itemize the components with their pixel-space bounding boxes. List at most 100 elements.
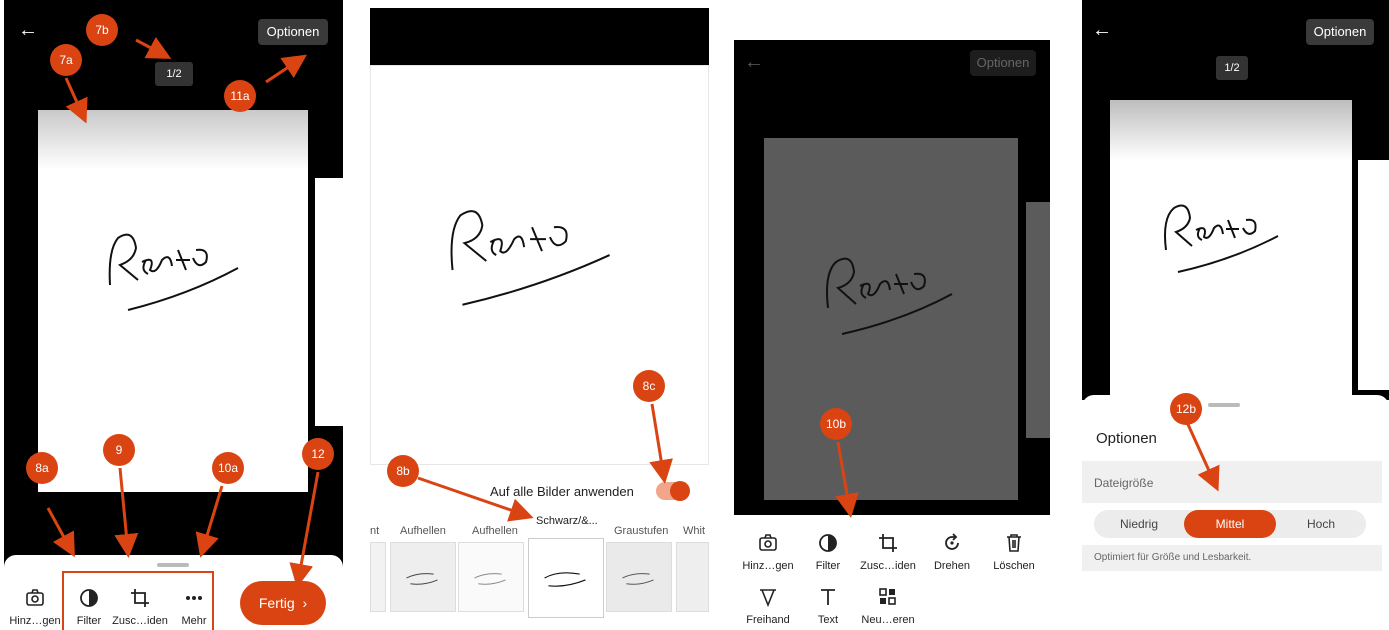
handwriting-image xyxy=(1164,204,1279,273)
badge-7a: 7a xyxy=(50,44,82,76)
filter-label-0: nt xyxy=(370,525,380,537)
sheet-title: Optionen xyxy=(1096,430,1157,447)
badge-10a: 10a xyxy=(212,452,244,484)
panel-4-options-sheet: ← Optionen 1/2 Optionen Dateigröße Niedr… xyxy=(1082,0,1389,630)
next-page-preview[interactable] xyxy=(315,178,343,426)
crop-icon xyxy=(877,532,899,554)
handwriting-image xyxy=(826,257,953,335)
document-page[interactable] xyxy=(1110,100,1352,400)
tool-reorder[interactable]: Neu…eren xyxy=(860,586,916,626)
next-page-preview[interactable] xyxy=(1026,202,1050,438)
rotate-icon xyxy=(941,532,963,554)
tool-label: Drehen xyxy=(933,560,971,572)
tool-label: Filter xyxy=(815,560,841,572)
document-page-dimmed[interactable] xyxy=(764,138,1018,500)
options-sheet: Optionen Dateigröße Niedrig Mittel Hoch … xyxy=(1082,395,1389,630)
badge-10b: 10b xyxy=(820,408,852,440)
add-page-label: Hinz…gen xyxy=(9,615,61,627)
tool-label: Text xyxy=(817,614,839,626)
tool-label: Neu…eren xyxy=(861,614,915,626)
tool-crop[interactable]: Zusc…iden xyxy=(860,532,916,572)
crop-label: Zusc…iden xyxy=(112,615,168,627)
badge-8c: 8c xyxy=(633,370,665,402)
camera-add-icon xyxy=(24,587,46,609)
camera-add-icon xyxy=(757,532,779,554)
handwriting-image xyxy=(450,210,610,306)
filter-label: Filter xyxy=(76,615,102,627)
filter-icon xyxy=(817,532,839,554)
filter-label-4: Graustufen xyxy=(614,525,669,537)
filter-thumb-1[interactable] xyxy=(390,542,456,612)
more-dots-icon xyxy=(183,587,205,609)
badge-8b: 8b xyxy=(387,455,419,487)
filter-thumb-2[interactable] xyxy=(458,542,524,612)
options-button[interactable]: Optionen xyxy=(970,50,1036,76)
tool-label: Zusc…iden xyxy=(860,560,916,572)
size-hint: Optimiert für Größe und Lesbarkeit. xyxy=(1082,545,1382,571)
filter-tool[interactable]: Filter xyxy=(70,587,108,627)
crop-icon xyxy=(129,587,151,609)
crop-tool[interactable]: Zusc…iden xyxy=(112,587,168,627)
top-black-bar xyxy=(370,8,709,65)
freehand-icon xyxy=(757,586,779,608)
tool-delete[interactable]: Löschen xyxy=(988,532,1040,572)
document-page[interactable] xyxy=(38,110,308,492)
filter-thumb-3-selected[interactable] xyxy=(528,538,604,618)
badge-11a: 11a xyxy=(224,80,256,112)
panel-2-filter-select: Auf alle Bilder anwenden nt Aufhellen Au… xyxy=(370,8,709,630)
badge-12: 12 xyxy=(302,438,334,470)
next-page-preview[interactable] xyxy=(1358,160,1389,390)
chevron-right-icon: › xyxy=(298,595,308,611)
drag-handle[interactable] xyxy=(157,563,189,567)
options-button[interactable]: Optionen xyxy=(258,19,328,45)
filter-label-1: Aufhellen xyxy=(400,525,446,537)
apply-all-label: Auf alle Bilder anwenden xyxy=(490,484,634,499)
toggle-knob xyxy=(670,481,690,501)
bottom-toolbar: Hinz…gen Filter Zusc…iden Mehr Fertig › xyxy=(4,555,343,630)
text-icon xyxy=(817,586,839,608)
tool-label: Freihand xyxy=(746,614,790,626)
page-indicator: 1/2 xyxy=(155,62,193,86)
more-tool[interactable]: Mehr xyxy=(176,587,212,627)
tool-label: Hinz…gen xyxy=(742,560,794,572)
page-indicator: 1/2 xyxy=(1216,56,1248,80)
tool-rotate[interactable]: Drehen xyxy=(930,532,974,572)
size-option-high[interactable]: Hoch xyxy=(1276,510,1366,538)
drag-handle[interactable] xyxy=(1208,403,1240,407)
document-page-bw[interactable] xyxy=(370,65,709,465)
filter-icon xyxy=(78,587,100,609)
done-button[interactable]: Fertig › xyxy=(240,581,326,625)
file-size-section: Dateigröße xyxy=(1082,461,1382,503)
tool-text[interactable]: Text xyxy=(808,586,848,626)
handwriting-image xyxy=(108,233,239,311)
tool-add-page[interactable]: Hinz…gen xyxy=(742,532,794,572)
tool-freehand[interactable]: Freihand xyxy=(742,586,794,626)
badge-12b: 12b xyxy=(1170,393,1202,425)
size-option-low[interactable]: Niedrig xyxy=(1094,510,1184,538)
filter-thumb-4[interactable] xyxy=(606,542,672,612)
size-option-medium-selected[interactable]: Mittel xyxy=(1184,510,1276,538)
section-label: Dateigröße xyxy=(1094,476,1154,490)
hint-text: Optimiert für Größe und Lesbarkeit. xyxy=(1094,552,1252,563)
apply-all-toggle[interactable] xyxy=(656,481,690,501)
back-arrow-icon[interactable]: ← xyxy=(18,20,38,40)
badge-9: 9 xyxy=(103,434,135,466)
back-arrow-icon[interactable]: ← xyxy=(744,52,764,72)
badge-8a: 8a xyxy=(26,452,58,484)
filter-thumb-0[interactable] xyxy=(370,542,386,612)
filter-label-2: Aufhellen xyxy=(472,525,518,537)
add-page-tool[interactable]: Hinz…gen xyxy=(6,587,64,627)
filter-thumb-5[interactable] xyxy=(676,542,709,612)
tool-filter[interactable]: Filter xyxy=(808,532,848,572)
done-label: Fertig xyxy=(258,595,295,611)
reorder-icon xyxy=(877,586,899,608)
more-label: Mehr xyxy=(181,615,207,627)
back-arrow-icon[interactable]: ← xyxy=(1092,20,1112,40)
badge-7b: 7b xyxy=(86,14,118,46)
panel-1-scan-preview: ← Optionen 1/2 Hinz…gen Filter Zusc…iden… xyxy=(4,0,343,630)
options-button[interactable]: Optionen xyxy=(1306,19,1374,45)
trash-icon xyxy=(1003,532,1025,554)
tool-label: Löschen xyxy=(993,560,1035,572)
size-segmented-control: Niedrig Mittel Hoch xyxy=(1094,510,1366,538)
filter-label-3: Schwarz/&... xyxy=(536,515,598,527)
